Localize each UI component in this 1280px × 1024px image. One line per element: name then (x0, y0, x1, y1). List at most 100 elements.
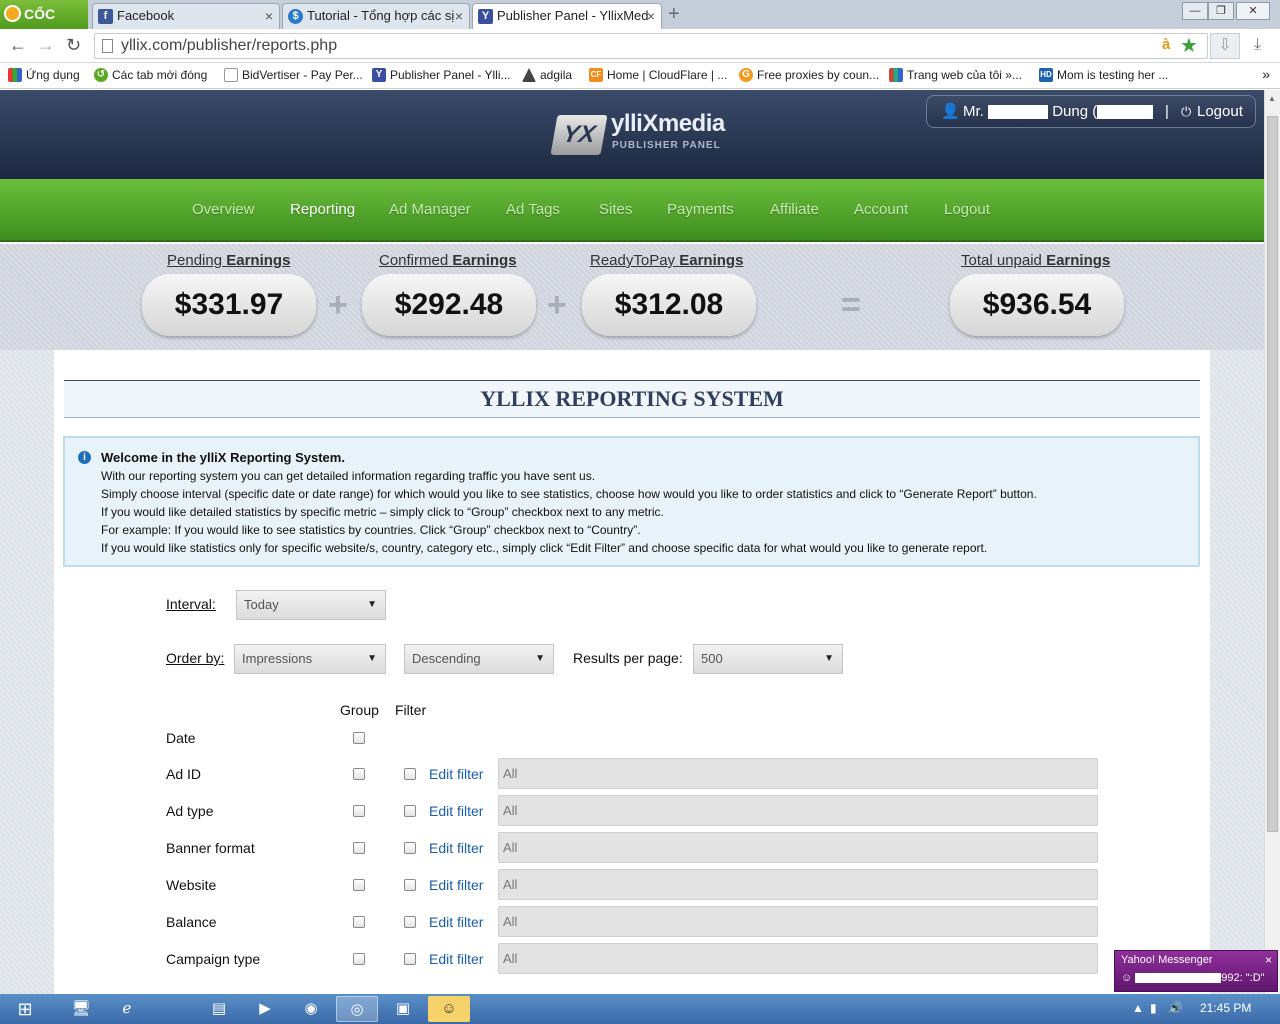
translate-icon[interactable]: à (1162, 36, 1170, 53)
close-tab-icon[interactable]: × (647, 4, 655, 28)
yllix-favicon-icon: Y (478, 9, 493, 24)
bookmark-cloudflare[interactable]: CF Home | CloudFlare | ... (589, 68, 727, 82)
orderby-select[interactable]: Impressions ▼ (234, 644, 386, 674)
ready-earnings-label: ReadyToPay Earnings (590, 252, 743, 269)
edit-filter-link-campaign-type[interactable]: Edit filter (429, 951, 483, 967)
info-line: For example: If you would like to see st… (101, 523, 641, 537)
power-icon[interactable]: ⏻ (1181, 96, 1191, 127)
nav-reporting[interactable]: Reporting (290, 201, 355, 218)
browser-brand-button[interactable]: CỐC CỐC (0, 0, 88, 50)
group-checkbox-balance[interactable] (353, 916, 365, 928)
nav-payments[interactable]: Payments (667, 201, 734, 218)
address-bar-row: ← → ↻ yllix.com/publisher/reports.php à … (0, 29, 1280, 63)
vertical-scrollbar[interactable]: ▲ ▼ (1264, 90, 1280, 994)
firefox-icon[interactable]: ◉ (290, 996, 332, 1022)
network-icon[interactable]: ▮ (1150, 1001, 1157, 1015)
edit-filter-link-ad-id[interactable]: Edit filter (429, 766, 483, 782)
windows-start-icon[interactable]: ⊞ (8, 997, 42, 1021)
bookmark-star-icon[interactable]: ★ (1180, 33, 1198, 58)
user-prefix: Mr. (963, 103, 984, 120)
restore-window-icon[interactable]: ❐ (1208, 2, 1234, 20)
scroll-up-icon[interactable]: ▲ (1268, 94, 1276, 103)
bookmark-mom-testing[interactable]: HD Mom is testing her ... (1039, 68, 1168, 82)
desktop-icon[interactable]: 🖥 (60, 996, 102, 1022)
filter-field-campaign-type[interactable]: All (498, 943, 1098, 974)
filter-field-ad-id[interactable]: All (498, 758, 1098, 789)
filter-field-website[interactable]: All (498, 869, 1098, 900)
group-checkbox-website[interactable] (353, 879, 365, 891)
edit-filter-link-banner-format[interactable]: Edit filter (429, 840, 483, 856)
coccoc-taskbar-icon[interactable]: ◎ (336, 996, 378, 1022)
history-icon: ↺ (94, 68, 108, 82)
group-checkbox-date[interactable] (353, 732, 365, 744)
redacted-block (988, 105, 1049, 120)
filter-field-banner-format[interactable]: All (498, 832, 1098, 863)
bookmark-bidvertiser[interactable]: BidVertiser - Pay Per... (224, 68, 363, 82)
direction-select[interactable]: Descending ▼ (404, 644, 554, 674)
tray-arrow-icon[interactable]: ▲ (1132, 1001, 1144, 1015)
close-popup-icon[interactable]: × (1265, 953, 1272, 967)
bookmark-adgila[interactable]: adgila (522, 68, 572, 82)
reload-icon[interactable]: ↻ (66, 35, 81, 56)
bookmark-free-proxies[interactable]: G Free proxies by coun... (739, 68, 879, 82)
close-window-icon[interactable]: ✕ (1236, 2, 1270, 20)
tab-title: Tutorial - Tổng hợp các sị (307, 8, 455, 23)
group-checkbox-ad-id[interactable] (353, 768, 365, 780)
filter-field-ad-type[interactable]: All (498, 795, 1098, 826)
group-checkbox-ad-type[interactable] (353, 805, 365, 817)
bookmark-publisher-panel[interactable]: Y Publisher Panel - Ylli... (372, 68, 511, 82)
bookmark-apps[interactable]: Ứng dụng (8, 68, 80, 82)
edit-filter-link-website[interactable]: Edit filter (429, 877, 483, 893)
filter-checkbox-ad-id[interactable] (404, 768, 416, 780)
filter-checkbox-balance[interactable] (404, 916, 416, 928)
filter-checkbox-ad-type[interactable] (404, 805, 416, 817)
url-input[interactable]: yllix.com/publisher/reports.php (94, 33, 1208, 59)
close-tab-icon[interactable]: × (455, 4, 463, 28)
total-earnings-amount: $936.54 (950, 274, 1124, 336)
site-header: YX ylliXmedia PUBLISHER PANEL 👤 Mr. Dung… (0, 90, 1264, 179)
filter-checkbox-banner-format[interactable] (404, 842, 416, 854)
header-logout-link[interactable]: Logout (1197, 96, 1243, 127)
media-player-icon[interactable]: ▶ (244, 996, 286, 1022)
volume-icon[interactable]: 🔊 (1168, 1001, 1183, 1015)
group-checkbox-banner-format[interactable] (353, 842, 365, 854)
nav-account[interactable]: Account (854, 201, 908, 218)
report-panel: YLLIX REPORTING SYSTEM i Welcome in the … (54, 350, 1210, 994)
plus-operator: + (547, 286, 567, 324)
nav-logout[interactable]: Logout (944, 201, 990, 218)
interval-select[interactable]: Today ▼ (236, 590, 386, 620)
yahoo-messenger-popup[interactable]: Yahoo! Messenger × ☺ 992: ":D" (1114, 950, 1278, 992)
group-checkbox-campaign-type[interactable] (353, 953, 365, 965)
tab-tutorial[interactable]: $ Tutorial - Tổng hợp các sị × (282, 3, 470, 29)
messenger-taskbar-icon[interactable]: ☺ (428, 996, 470, 1022)
nav-ad-tags[interactable]: Ad Tags (506, 201, 560, 218)
filter-checkbox-website[interactable] (404, 879, 416, 891)
edit-filter-link-balance[interactable]: Edit filter (429, 914, 483, 930)
bookmark-my-website[interactable]: Trang web của tôi »... (889, 68, 1022, 82)
download-page-icon[interactable]: ⇩ (1210, 33, 1240, 59)
edit-filter-link-ad-type[interactable]: Edit filter (429, 803, 483, 819)
explorer-icon[interactable]: ▤ (198, 996, 240, 1022)
minimize-window-icon[interactable]: — (1182, 2, 1208, 20)
results-per-page-select[interactable]: 500 ▼ (693, 644, 843, 674)
scrollbar-thumb[interactable] (1267, 116, 1278, 832)
new-tab-icon[interactable]: + (668, 3, 680, 26)
nav-sites[interactable]: Sites (599, 201, 632, 218)
back-arrow-icon[interactable]: ← (9, 35, 27, 56)
nav-overview[interactable]: Overview (192, 201, 255, 218)
app-window-icon[interactable]: ▣ (382, 996, 424, 1022)
tab-publisher-panel[interactable]: Y Publisher Panel - YllixMed × (472, 3, 662, 29)
downloads-icon[interactable]: ⤓ (1254, 36, 1261, 54)
nav-ad-manager[interactable]: Ad Manager (389, 201, 471, 218)
clock[interactable]: 21:45 PM (1200, 1001, 1251, 1015)
ie-browser-icon[interactable]: ℯ (106, 996, 148, 1022)
more-bookmarks-icon[interactable]: » (1262, 66, 1270, 82)
filter-checkbox-campaign-type[interactable] (404, 953, 416, 965)
filter-field-balance[interactable]: All (498, 906, 1098, 937)
bookmark-recent-tabs[interactable]: ↺ Các tab mới đóng (94, 68, 207, 82)
nav-affiliate[interactable]: Affiliate (770, 201, 819, 218)
close-tab-icon[interactable]: × (265, 4, 273, 28)
tab-facebook[interactable]: f Facebook × (92, 3, 280, 29)
main-nav: Overview Reporting Ad Manager Ad Tags Si… (0, 179, 1264, 242)
forward-arrow-icon[interactable]: → (37, 35, 55, 56)
